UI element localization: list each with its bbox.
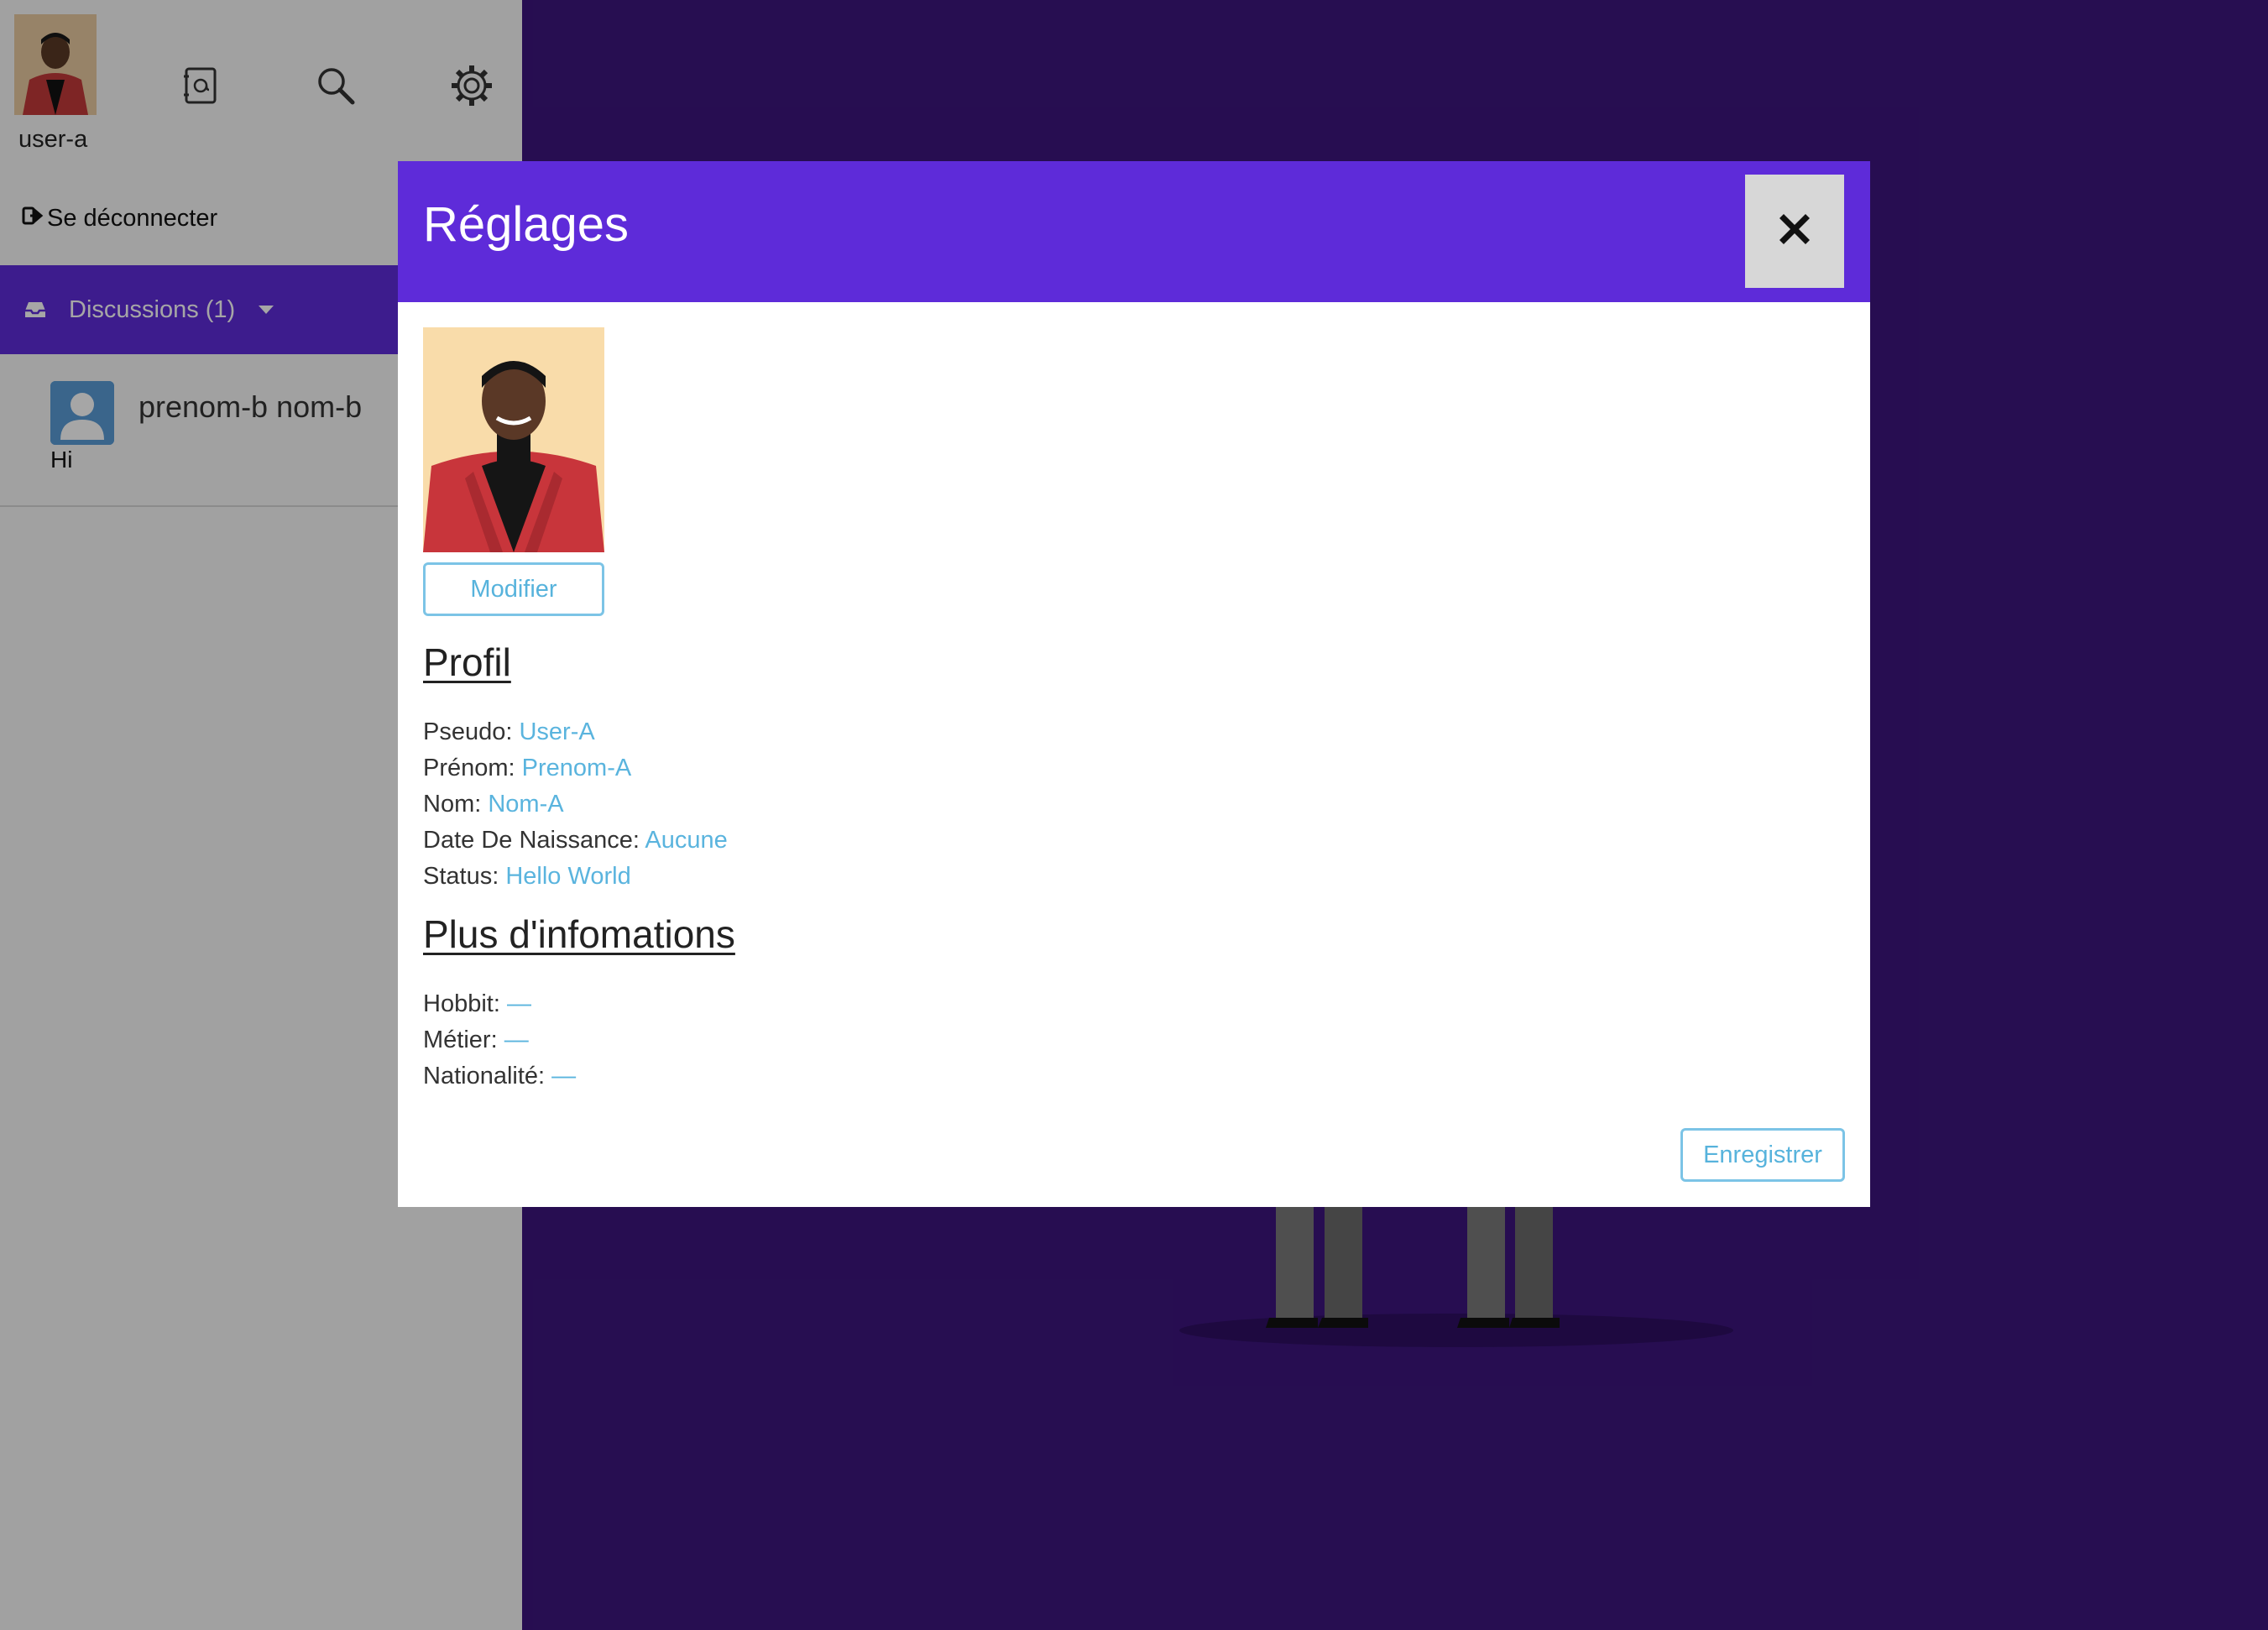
field-label: Date De Naissance: [423, 827, 640, 854]
field-label: Métier: [423, 1027, 498, 1053]
field-label: Nationalité: [423, 1063, 546, 1089]
modal-header: Réglages [398, 161, 1870, 302]
profile-photo [423, 327, 604, 552]
hobby-field: Hobbit: — [423, 990, 531, 1018]
save-button[interactable]: Enregistrer [1680, 1128, 1845, 1182]
status-value[interactable]: Hello World [505, 863, 630, 890]
nom-value[interactable]: Nom-A [488, 791, 563, 818]
close-icon [1774, 208, 1816, 254]
field-label: Status: [423, 863, 499, 890]
birthdate-field: Date De Naissance: Aucune [423, 827, 728, 854]
nationality-field: Nationalité: — [423, 1063, 576, 1090]
prenom-value[interactable]: Prenom-A [522, 755, 632, 781]
pseudo-field: Pseudo: User-A [423, 718, 595, 746]
nationality-value[interactable]: — [551, 1063, 576, 1089]
more-info-section-title: Plus d'infomations [423, 912, 735, 956]
field-label: Nom: [423, 791, 482, 818]
prenom-field: Prénom: Prenom-A [423, 755, 631, 782]
profile-section-title: Profil [423, 640, 511, 684]
pseudo-value[interactable]: User-A [519, 718, 594, 745]
close-button[interactable] [1745, 175, 1844, 288]
status-field: Status: Hello World [423, 863, 631, 891]
nom-field: Nom: Nom-A [423, 791, 564, 818]
hobby-value[interactable]: — [507, 990, 531, 1017]
modal-title: Réglages [423, 197, 630, 252]
birthdate-value[interactable]: Aucune [645, 827, 727, 854]
job-field: Métier: — [423, 1027, 529, 1054]
settings-modal: Réglages Modifier Profil Pseudo: User-A [398, 161, 1870, 1207]
field-label: Hobbit: [423, 990, 500, 1017]
modify-photo-button[interactable]: Modifier [423, 562, 604, 616]
field-label: Pseudo: [423, 718, 513, 745]
job-value[interactable]: — [504, 1027, 529, 1053]
field-label: Prénom: [423, 755, 515, 781]
